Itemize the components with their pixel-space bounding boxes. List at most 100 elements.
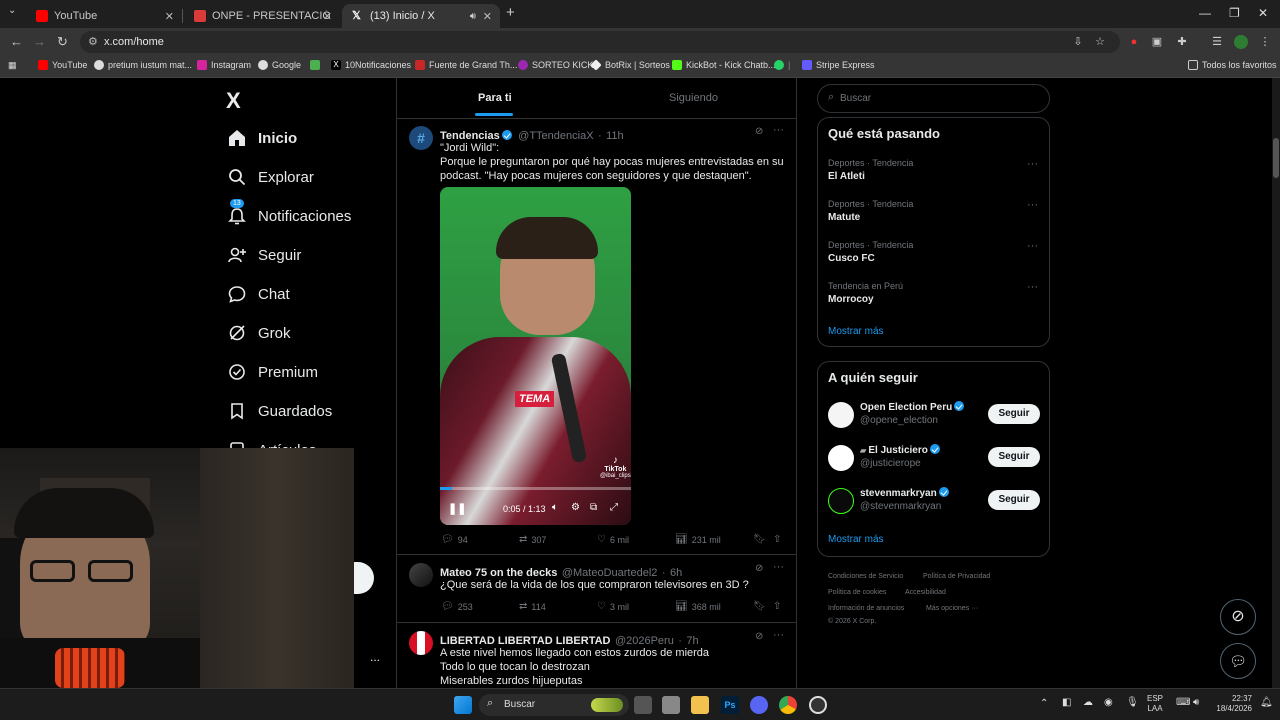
language-indicator[interactable]: ESP LAA xyxy=(1147,694,1163,714)
nav-explorar[interactable]: Explorar xyxy=(228,162,314,192)
post-video[interactable]: TEMA ♪ TikTok @ibai_clips ❚❚ 0:05 / 1:13… xyxy=(440,187,631,525)
app-icon[interactable] xyxy=(662,696,680,714)
avatar[interactable] xyxy=(828,402,854,428)
grok-icon[interactable]: ⊘ xyxy=(755,126,763,137)
reply-button[interactable]: 💬︎ 253 xyxy=(441,601,473,612)
address-bar[interactable]: ⚙ x.com/home xyxy=(80,31,1120,53)
grok-icon[interactable]: ⊘ xyxy=(755,631,763,642)
trend-item[interactable]: Deportes · Tendencia Cusco FC ··· xyxy=(828,240,1038,264)
footer-link[interactable]: Política de Privacidad xyxy=(923,573,990,580)
avatar[interactable] xyxy=(409,631,433,655)
reply-button[interactable]: 💬︎ 94 xyxy=(441,534,468,545)
page-scrollbar[interactable] xyxy=(1272,78,1280,688)
restore-icon[interactable]: ❐ xyxy=(1229,6,1240,20)
close-icon[interactable]: ✕ xyxy=(483,10,492,23)
bookmark-button[interactable]: 🔖︎ xyxy=(753,534,770,545)
bookmark-extension[interactable] xyxy=(310,60,324,70)
more-options-icon[interactable]: ··· xyxy=(773,124,784,136)
footer-link[interactable]: Condiciones de Servicio xyxy=(828,573,903,580)
bookmark-sorteo-kick[interactable]: SORTEO KICK xyxy=(518,60,593,70)
profile-avatar[interactable] xyxy=(1234,35,1248,49)
window-close-icon[interactable]: ✕ xyxy=(1258,6,1268,20)
more-options-icon[interactable]: ··· xyxy=(1027,281,1038,293)
show-more-link[interactable]: Mostrar más xyxy=(828,534,884,545)
bookmark-kickbot[interactable]: KickBot - Kick Chatb... xyxy=(672,60,776,70)
windows-start-icon[interactable] xyxy=(454,696,472,714)
extension-icon[interactable]: ▣ xyxy=(1150,35,1164,49)
tray-app-icon[interactable]: ◧ xyxy=(1062,697,1071,708)
close-icon[interactable]: ✕ xyxy=(165,10,174,23)
views-button[interactable]: 📊︎ 231 mil xyxy=(675,534,721,545)
show-more-link[interactable]: Mostrar más xyxy=(828,326,884,337)
trend-item[interactable]: Tendencia en Perú Morrocoy ··· xyxy=(828,281,1038,305)
x-logo[interactable]: X xyxy=(226,88,241,114)
extensions-puzzle-icon[interactable]: ✚ xyxy=(1175,35,1189,49)
discord-icon[interactable] xyxy=(750,696,768,714)
tab-x-home[interactable]: 𝕏 (13) Inicio / X 🔊︎ ✕ xyxy=(342,4,500,28)
nav-premium[interactable]: Premium xyxy=(228,357,318,387)
avatar[interactable] xyxy=(828,445,854,471)
post-libertad[interactable]: LIBERTAD LIBERTAD LIBERTAD @2026Peru · 7… xyxy=(397,622,796,688)
volume-icon[interactable]: 🔊︎ xyxy=(1193,697,1199,708)
more-options-icon[interactable]: ··· xyxy=(773,629,784,641)
minimize-icon[interactable]: — xyxy=(1199,6,1211,20)
footer-link[interactable]: Política de cookies xyxy=(828,589,886,596)
new-tab-button[interactable]: + xyxy=(506,4,515,21)
grok-floating-button[interactable]: ⊘ xyxy=(1220,599,1256,635)
grok-icon[interactable]: ⊘ xyxy=(755,563,763,574)
nav-guardados[interactable]: Guardados xyxy=(228,396,332,426)
repost-button[interactable]: ⇄ 307 xyxy=(519,534,546,545)
notifications-icon[interactable]: 🔔︎ xyxy=(1260,697,1273,708)
menu-icon[interactable]: ⋮ xyxy=(1258,35,1272,49)
bookmark-youtube[interactable]: YouTube xyxy=(38,60,87,70)
reload-icon[interactable]: ↻ xyxy=(57,34,68,50)
bookmark-botrix[interactable]: BotRix | Sorteos xyxy=(590,59,670,71)
post-mateo[interactable]: Mateo 75 on the decks @MateoDuartedel2 ·… xyxy=(397,554,796,622)
more-options-icon[interactable]: ··· xyxy=(1027,240,1038,252)
nav-seguir[interactable]: Seguir xyxy=(228,240,301,270)
like-button[interactable]: ♡ 6 mil xyxy=(597,534,629,545)
avatar[interactable] xyxy=(409,563,433,587)
chrome-icon[interactable] xyxy=(779,696,797,714)
obs-icon[interactable] xyxy=(809,696,827,714)
tab-onpe[interactable]: ONPE - PRESENTACIÓN DE RES ✕ xyxy=(184,4,340,28)
tray-expand-icon[interactable]: ⌃ xyxy=(1040,698,1048,709)
avatar[interactable] xyxy=(828,488,854,514)
video-progress-track[interactable] xyxy=(440,487,631,490)
bookmark-all-favorites[interactable]: Todos los favoritos xyxy=(1188,60,1277,70)
close-icon[interactable]: ✕ xyxy=(323,10,332,23)
site-info-icon[interactable]: ⚙ xyxy=(88,31,98,53)
more-options-icon[interactable]: ··· xyxy=(773,561,784,573)
file-explorer-icon[interactable] xyxy=(691,696,709,714)
hashtag-avatar[interactable]: # xyxy=(409,126,433,150)
bookmark-pretium[interactable]: pretium iustum mat... xyxy=(94,60,192,70)
back-icon[interactable]: ← xyxy=(10,34,23,49)
tab-siguiendo[interactable]: Siguiendo xyxy=(669,92,718,104)
bookmark-fuente-gta[interactable]: Fuente de Grand Th... xyxy=(415,60,517,70)
photoshop-icon[interactable]: Ps xyxy=(721,696,739,714)
nav-chat[interactable]: Chat xyxy=(228,279,290,309)
more-options-icon[interactable]: ··· xyxy=(1027,158,1038,170)
task-view-icon[interactable] xyxy=(634,696,652,714)
post-button-partial[interactable] xyxy=(354,562,374,594)
search-box[interactable]: ⌕ Buscar xyxy=(817,84,1050,113)
bookmark-star-icon[interactable]: ☆ xyxy=(1093,35,1107,49)
more-icon[interactable]: ... xyxy=(370,650,380,664)
microphone-icon[interactable]: 🎙︎ xyxy=(1126,697,1139,708)
footer-link[interactable]: Más opciones ··· xyxy=(926,605,978,612)
settings-icon[interactable]: ⚙ xyxy=(571,502,580,513)
follow-suggestion[interactable]: Open Election Peru @opene_election Segui… xyxy=(828,400,1040,434)
bookmark-google[interactable]: Google xyxy=(258,60,301,70)
footer-link[interactable]: Accesibilidad xyxy=(905,589,946,596)
search-input[interactable]: Buscar xyxy=(840,93,871,104)
apps-icon[interactable]: ▦ xyxy=(8,60,17,71)
share-button[interactable]: ⇧ xyxy=(773,601,785,612)
follow-button[interactable]: Seguir xyxy=(988,447,1040,467)
bookmark-10notificaciones[interactable]: X 10Notificaciones xyxy=(331,60,411,70)
volume-icon[interactable]: 🔈︎ xyxy=(552,502,558,513)
tab-youtube[interactable]: YouTube ✕ xyxy=(26,4,183,28)
footer-link[interactable]: Información de anuncios xyxy=(828,605,904,612)
share-button[interactable]: ⇧ xyxy=(773,534,785,545)
bookmark-stripe[interactable]: Stripe Express xyxy=(802,60,875,70)
clock[interactable]: 22:37 18/4/2026 xyxy=(1212,694,1252,714)
